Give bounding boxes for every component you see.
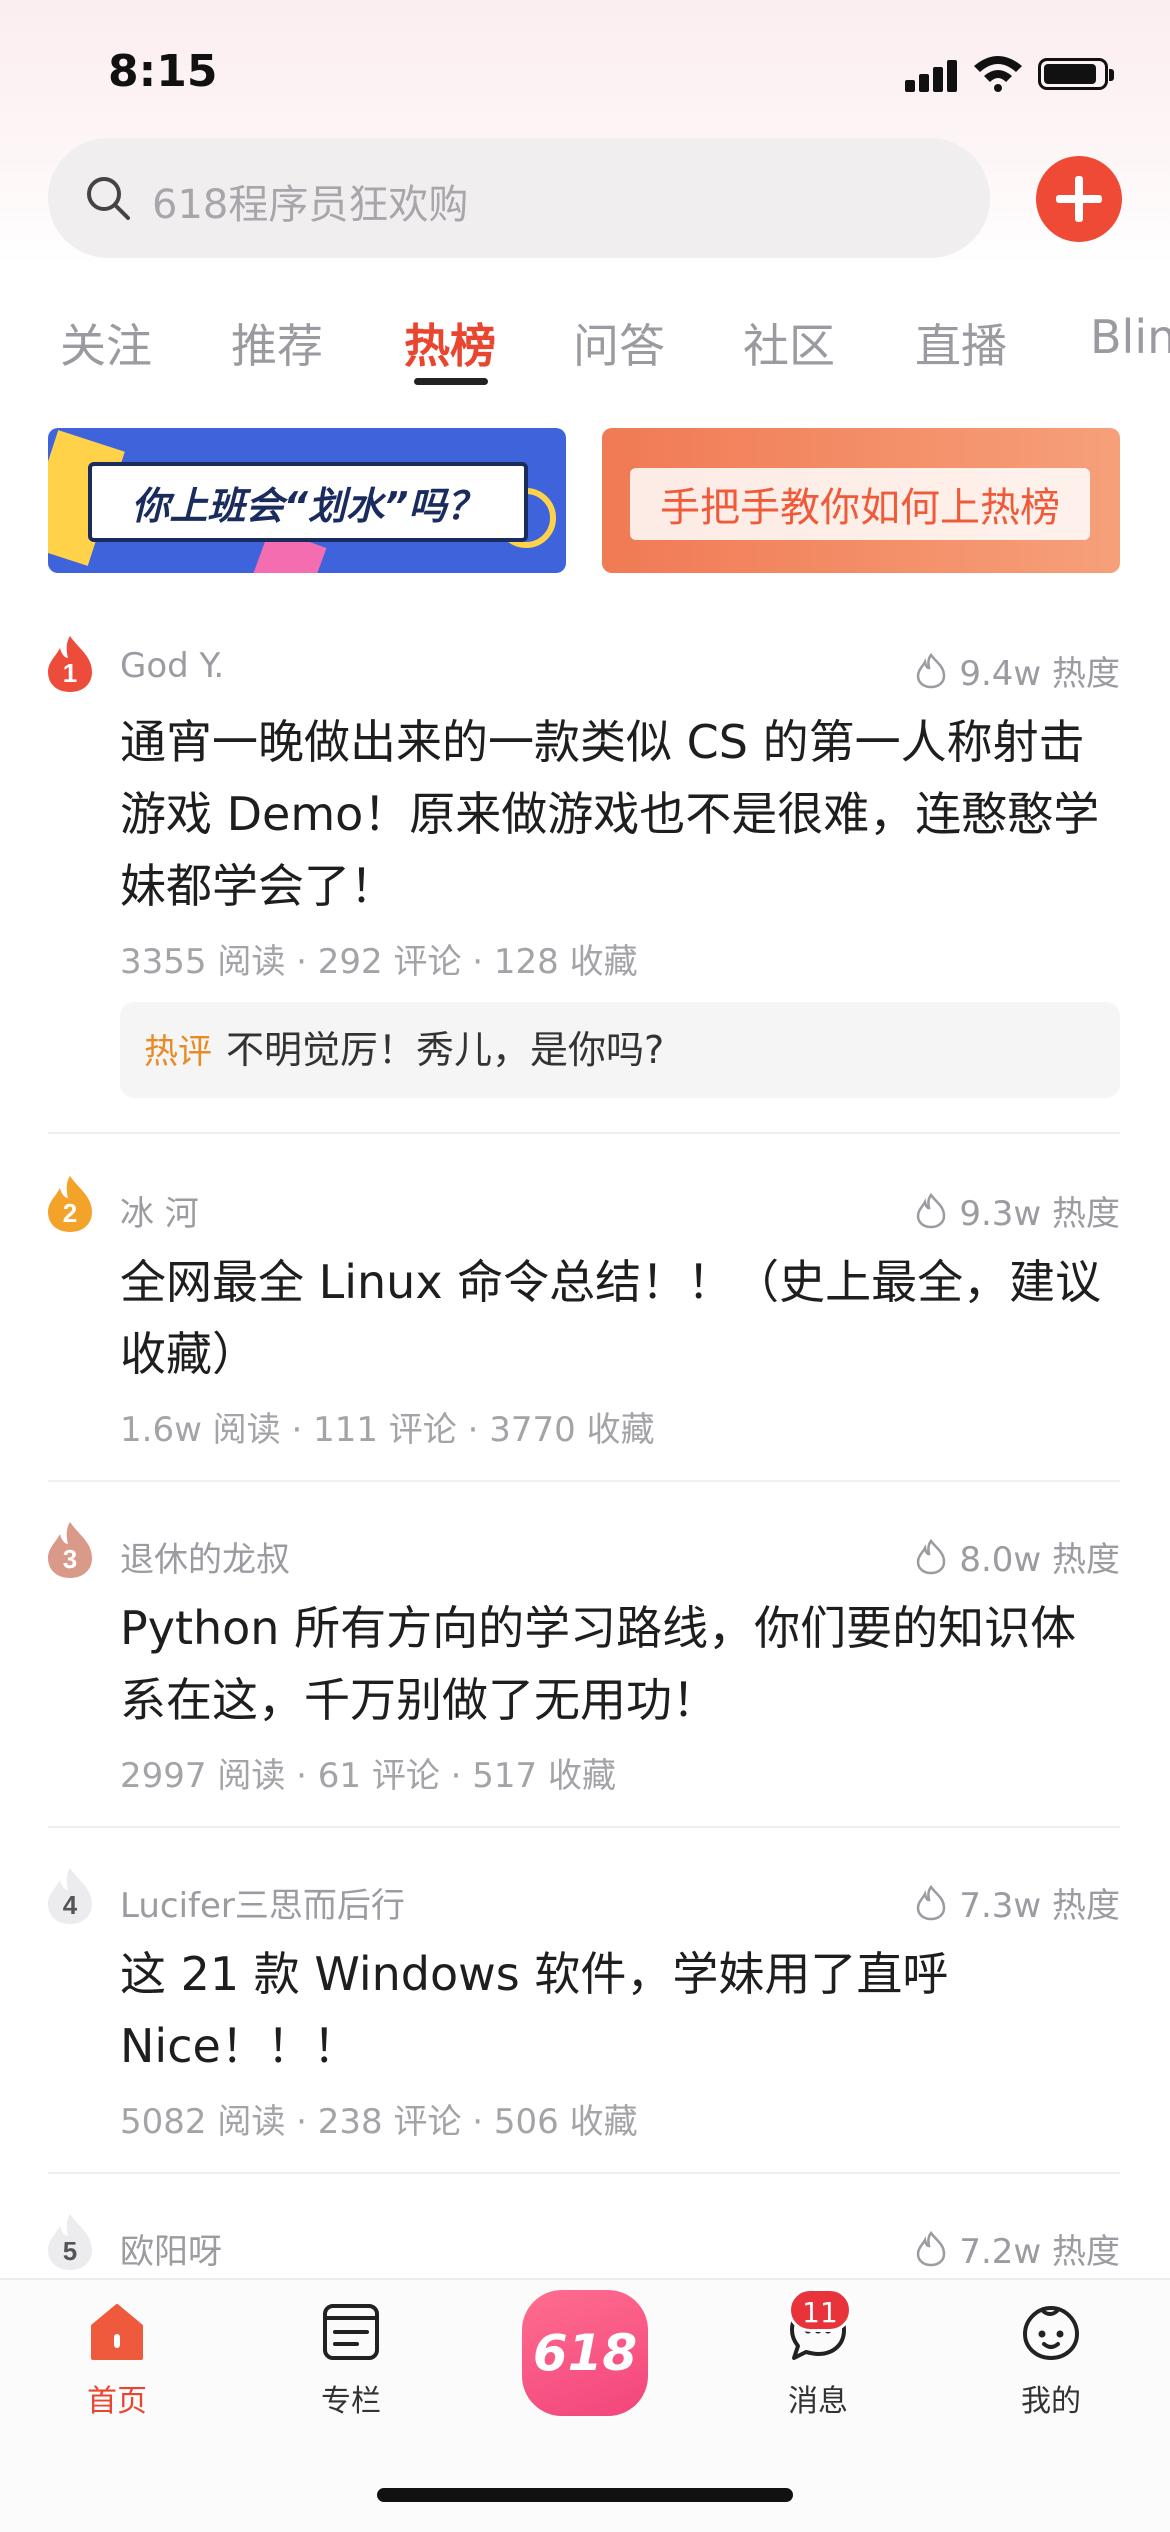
status-time: 8:15 [108, 46, 218, 97]
article-heat: 7.2w 热度 [915, 2224, 1120, 2273]
nav-home[interactable]: 首页 [47, 2300, 187, 2420]
screen: 8:15 618程序员狂欢购 关注 推荐 热榜 问答 社区 直播 Blin 你上… [0, 0, 1170, 2532]
promo-618-button[interactable]: 618 [522, 2290, 648, 2416]
rank-3-flame-icon: 3 [48, 1522, 92, 1578]
rank-1-flame-icon: 1 [48, 636, 92, 692]
flame-outline-icon [917, 652, 946, 688]
article-author: 欧阳呀 [120, 2232, 222, 2272]
tab-live[interactable]: 直播 [915, 310, 1007, 376]
nav-mine[interactable]: 我的 [981, 2300, 1121, 2420]
nav-column-label: 专栏 [321, 2384, 381, 2419]
nav-mine-label: 我的 [1021, 2384, 1081, 2419]
tab-follow[interactable]: 关注 [60, 310, 152, 376]
article-stats: 1.6w 阅读 · 111 评论 · 3770 收藏 [120, 1410, 655, 1450]
hot-comment-tag: 热评 [144, 1032, 212, 1072]
nav-column[interactable]: 专栏 [281, 2300, 421, 2420]
hot-comment-text: 不明觉厉！秀儿，是你吗? [226, 1028, 665, 1072]
banner-slacking[interactable]: 你上班会“划水”吗？ [48, 428, 566, 573]
article-author: Lucifer三思而后行 [120, 1886, 405, 1926]
rank-4-flame-icon: 4 [48, 1868, 92, 1924]
tab-community[interactable]: 社区 [743, 310, 835, 376]
svg-text:4: 4 [63, 1890, 78, 1920]
divider [48, 1826, 1120, 1828]
message-badge: 11 [788, 2288, 852, 2332]
column-icon [323, 2304, 379, 2360]
article-title[interactable]: 全网最全 Linux 命令总结！！（史上最全，建议收藏） [120, 1246, 1120, 1390]
battery-icon [1038, 58, 1114, 90]
search-icon [87, 177, 130, 220]
active-tab-indicator [414, 378, 488, 385]
status-bar: 8:15 [0, 0, 1170, 140]
profile-icon [1022, 2305, 1080, 2361]
article-stats: 3355 阅读 · 292 评论 · 128 收藏 [120, 942, 638, 982]
hot-comment[interactable]: 热评 不明觉厉！秀儿，是你吗? [120, 1002, 1120, 1098]
article-author: 冰 河 [120, 1194, 199, 1234]
article-author: God Y. [120, 646, 225, 686]
divider [48, 2172, 1120, 2174]
category-tabs: 关注 推荐 热榜 问答 社区 直播 Blin [0, 300, 1170, 400]
tab-blink[interactable]: Blin [1090, 310, 1170, 364]
banner-slacking-text: 你上班会“划水”吗？ [88, 462, 528, 542]
article-heat: 9.4w 热度 [915, 646, 1120, 695]
svg-text:2: 2 [63, 1198, 77, 1228]
article-author: 退休的龙叔 [120, 1540, 290, 1580]
tab-qa[interactable]: 问答 [573, 310, 665, 376]
tab-recommend[interactable]: 推荐 [231, 310, 323, 376]
flame-outline-icon [917, 1192, 946, 1228]
divider [48, 1480, 1120, 1482]
nav-home-label: 首页 [87, 2384, 147, 2419]
article-heat: 7.3w 热度 [915, 1878, 1120, 1927]
search-input[interactable]: 618程序员狂欢购 [48, 138, 990, 258]
svg-text:3: 3 [63, 1544, 77, 1574]
search-placeholder: 618程序员狂欢购 [152, 182, 469, 228]
rank-5-flame-icon: 5 [48, 2214, 92, 2270]
svg-text:5: 5 [63, 2236, 77, 2266]
article-stats: 5082 阅读 · 238 评论 · 506 收藏 [120, 2102, 638, 2142]
home-indicator [377, 2488, 793, 2502]
divider [48, 1132, 1120, 1134]
banner-hot-list-guide-text: 手把手教你如何上热榜 [630, 468, 1090, 540]
home-icon [91, 2304, 143, 2360]
flame-outline-icon [917, 1884, 946, 1920]
flame-outline-icon [917, 1538, 946, 1574]
svg-text:1: 1 [63, 658, 77, 688]
article-title[interactable]: 这 21 款 Windows 软件，学妹用了直呼 Nice！！！ [120, 1938, 980, 2082]
cellular-signal-icon [905, 58, 959, 92]
nav-messages-label: 消息 [788, 2384, 848, 2419]
flame-outline-icon [917, 2230, 946, 2266]
article-title[interactable]: 通宵一晚做出来的一款类似 CS 的第一人称射击游戏 Demo！原来做游戏也不是很… [120, 706, 1120, 922]
article-stats: 2997 阅读 · 61 评论 · 517 收藏 [120, 1756, 616, 1796]
wifi-icon [974, 56, 1022, 92]
banner-hot-list-guide[interactable]: 手把手教你如何上热榜 [602, 428, 1120, 573]
article-heat: 8.0w 热度 [915, 1532, 1120, 1581]
add-button[interactable] [1036, 156, 1122, 242]
nav-messages[interactable]: 11 消息 [748, 2288, 888, 2420]
tab-hot-list[interactable]: 热榜 [404, 310, 496, 376]
article-title[interactable]: Python 所有方向的学习路线，你们要的知识体系在这，千万别做了无用功！ [120, 1592, 1120, 1736]
article-heat: 9.3w 热度 [915, 1186, 1120, 1235]
rank-2-flame-icon: 2 [48, 1176, 92, 1232]
